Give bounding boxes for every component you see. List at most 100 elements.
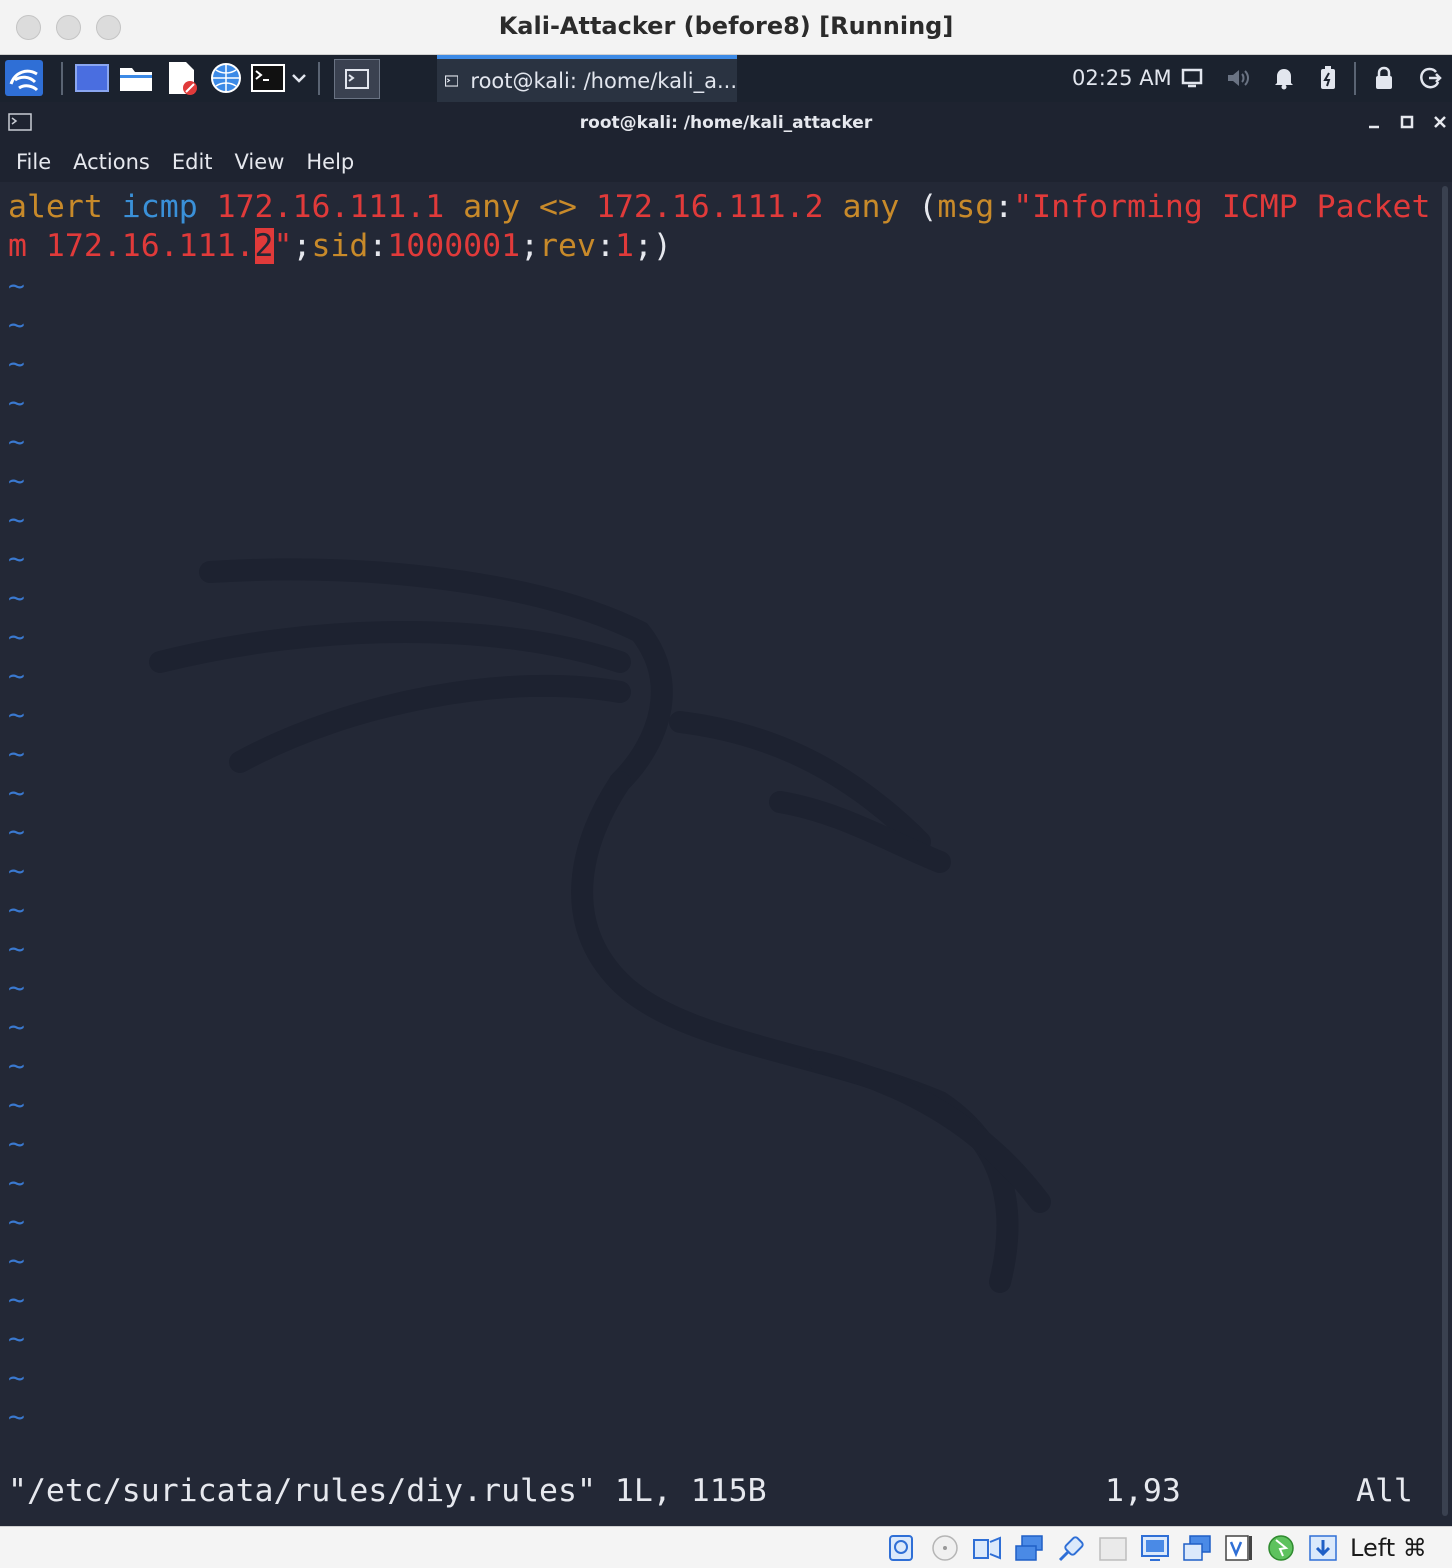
workspace-1-button[interactable] [334,59,380,99]
terminal-icon [445,74,459,87]
empty-line-tilde: ~ [8,1400,25,1433]
empty-line-tilde: ~ [8,659,25,692]
empty-line-tilde: ~ [8,1322,25,1355]
maximize-button[interactable] [1395,110,1419,134]
empty-line-tilde: ~ [8,386,25,419]
cd-icon [932,1535,958,1561]
empty-line-tilde: ~ [8,1244,25,1277]
notifications-button[interactable] [1270,61,1298,95]
menu-view[interactable]: View [235,150,285,174]
empty-line-tilde: ~ [8,1205,25,1238]
monitor-icon [1181,68,1203,88]
vbox-network-indicator[interactable] [1014,1533,1044,1563]
empty-line-tilde: ~ [8,308,25,341]
audio-icon [973,1536,1001,1560]
terminal-icon [251,64,285,92]
vbox-vtx-indicator[interactable] [1224,1533,1254,1563]
text-cursor: 2 [254,228,274,264]
file-manager-button[interactable] [118,61,154,95]
empty-line-tilde: ~ [8,854,25,887]
terminal-titlebar: root@kali: /home/kali_attacker [0,102,1452,142]
empty-line-tilde: ~ [8,581,25,614]
scrollbar-thumb[interactable] [1442,186,1448,1516]
empty-line-tilde: ~ [8,737,25,770]
text-editor-button[interactable] [164,61,200,95]
rule-rev-key: rev [539,228,596,264]
menu-actions[interactable]: Actions [73,150,150,174]
vbox-recording-indicator[interactable] [1182,1533,1212,1563]
vbox-usb-indicator[interactable] [1056,1533,1086,1563]
rule-msg-key: msg [937,189,995,225]
rule-dest-port: any [842,189,900,225]
display-icon [1141,1535,1169,1561]
empty-line-tilde: ~ [8,542,25,575]
chevron-down-icon [292,74,306,83]
terminal-window: root@kali: /home/kali_attacker File Acti… [0,102,1452,1526]
vbox-display-indicator[interactable] [1140,1533,1170,1563]
rule-quote: " [273,228,293,264]
editor-line-2: m 172.16.111.2";sid:1000001;rev:1;) [8,227,672,266]
empty-line-tilde: ~ [8,1010,25,1043]
terminal-icon [345,69,369,89]
close-button[interactable] [1428,110,1452,134]
speaker-icon [1228,70,1249,86]
kali-menu-button[interactable] [4,60,44,96]
minimize-button[interactable] [1362,110,1386,134]
power-status-button[interactable] [1314,61,1342,95]
empty-line-tilde: ~ [8,620,25,653]
empty-line-tilde: ~ [8,932,25,965]
rule-semicolon: ; [292,228,312,264]
kali-top-panel: root@kali: /home/kali_a... 02:25 AM [0,55,1452,102]
terminal-dropdown-button[interactable] [288,61,310,95]
panel-separator [318,62,320,95]
empty-line-tilde: ~ [8,893,25,926]
lock-screen-button[interactable] [1370,61,1398,95]
logout-button[interactable] [1416,61,1444,95]
terminal-title: root@kali: /home/kali_attacker [579,113,873,133]
vim-cursor-position: 1,93 [1105,1473,1181,1509]
rule-colon: : [994,189,1014,225]
display-button[interactable] [1178,61,1206,95]
window-titlebar: Kali-Attacker (before8) [Running] [0,0,1452,55]
terminal-scrollbar[interactable] [1440,182,1452,1526]
rule-colon: : [368,228,388,264]
rule-source-port: any [463,189,521,225]
battery-icon [1321,66,1335,89]
rule-colon: : [595,228,615,264]
menu-file[interactable]: File [16,150,51,174]
shared-folder-icon [1099,1537,1127,1561]
vbox-shared-folders-indicator[interactable] [1098,1533,1128,1563]
show-desktop-button[interactable] [74,61,110,95]
taskbar-window-label: root@kali: /home/kali_a... [470,68,737,93]
editor-line-1: alert icmp 172.16.111.1 any <> 172.16.11… [8,188,1440,227]
empty-line-tilde: ~ [8,1088,25,1121]
text-editor-icon [169,62,197,95]
maximize-icon [1400,115,1414,129]
terminal-launcher-button[interactable] [250,61,286,95]
host-key-label: Left ⌘ [1350,1534,1427,1562]
vbox-optical-indicator[interactable] [930,1533,960,1563]
volume-button[interactable] [1224,61,1252,95]
terminal-text-area[interactable]: alert icmp 172.16.111.1 any <> 172.16.11… [0,182,1440,1526]
web-browser-button[interactable] [208,61,244,95]
terminal-menubar: File Actions Edit View Help [0,142,1452,182]
bell-icon [1275,69,1293,90]
vbox-mouse-integration-indicator[interactable] [1266,1533,1296,1563]
empty-line-tilde: ~ [8,1361,25,1394]
taskbar-terminal-window[interactable]: root@kali: /home/kali_a... [437,55,737,102]
menu-help[interactable]: Help [306,150,354,174]
vbox-keyboard-capture-indicator[interactable] [1308,1533,1338,1563]
rule-dest-ip: 172.16.111.2 [595,189,824,225]
empty-line-tilde: ~ [8,347,25,380]
menu-edit[interactable]: Edit [172,150,213,174]
vbox-audio-indicator[interactable] [886,1533,916,1563]
vbox-audio-indicator[interactable] [972,1533,1002,1563]
folder-icon [120,68,152,91]
logout-icon [1420,67,1442,89]
empty-line-tilde: ~ [8,971,25,1004]
empty-line-tilde: ~ [8,1283,25,1316]
panel-separator [1354,62,1356,95]
vim-status-file: "/etc/suricata/rules/diy.rules" 1L, 115B [8,1473,767,1509]
mouse-integration-icon [1268,1535,1294,1561]
panel-clock[interactable]: 02:25 AM [1072,66,1172,90]
